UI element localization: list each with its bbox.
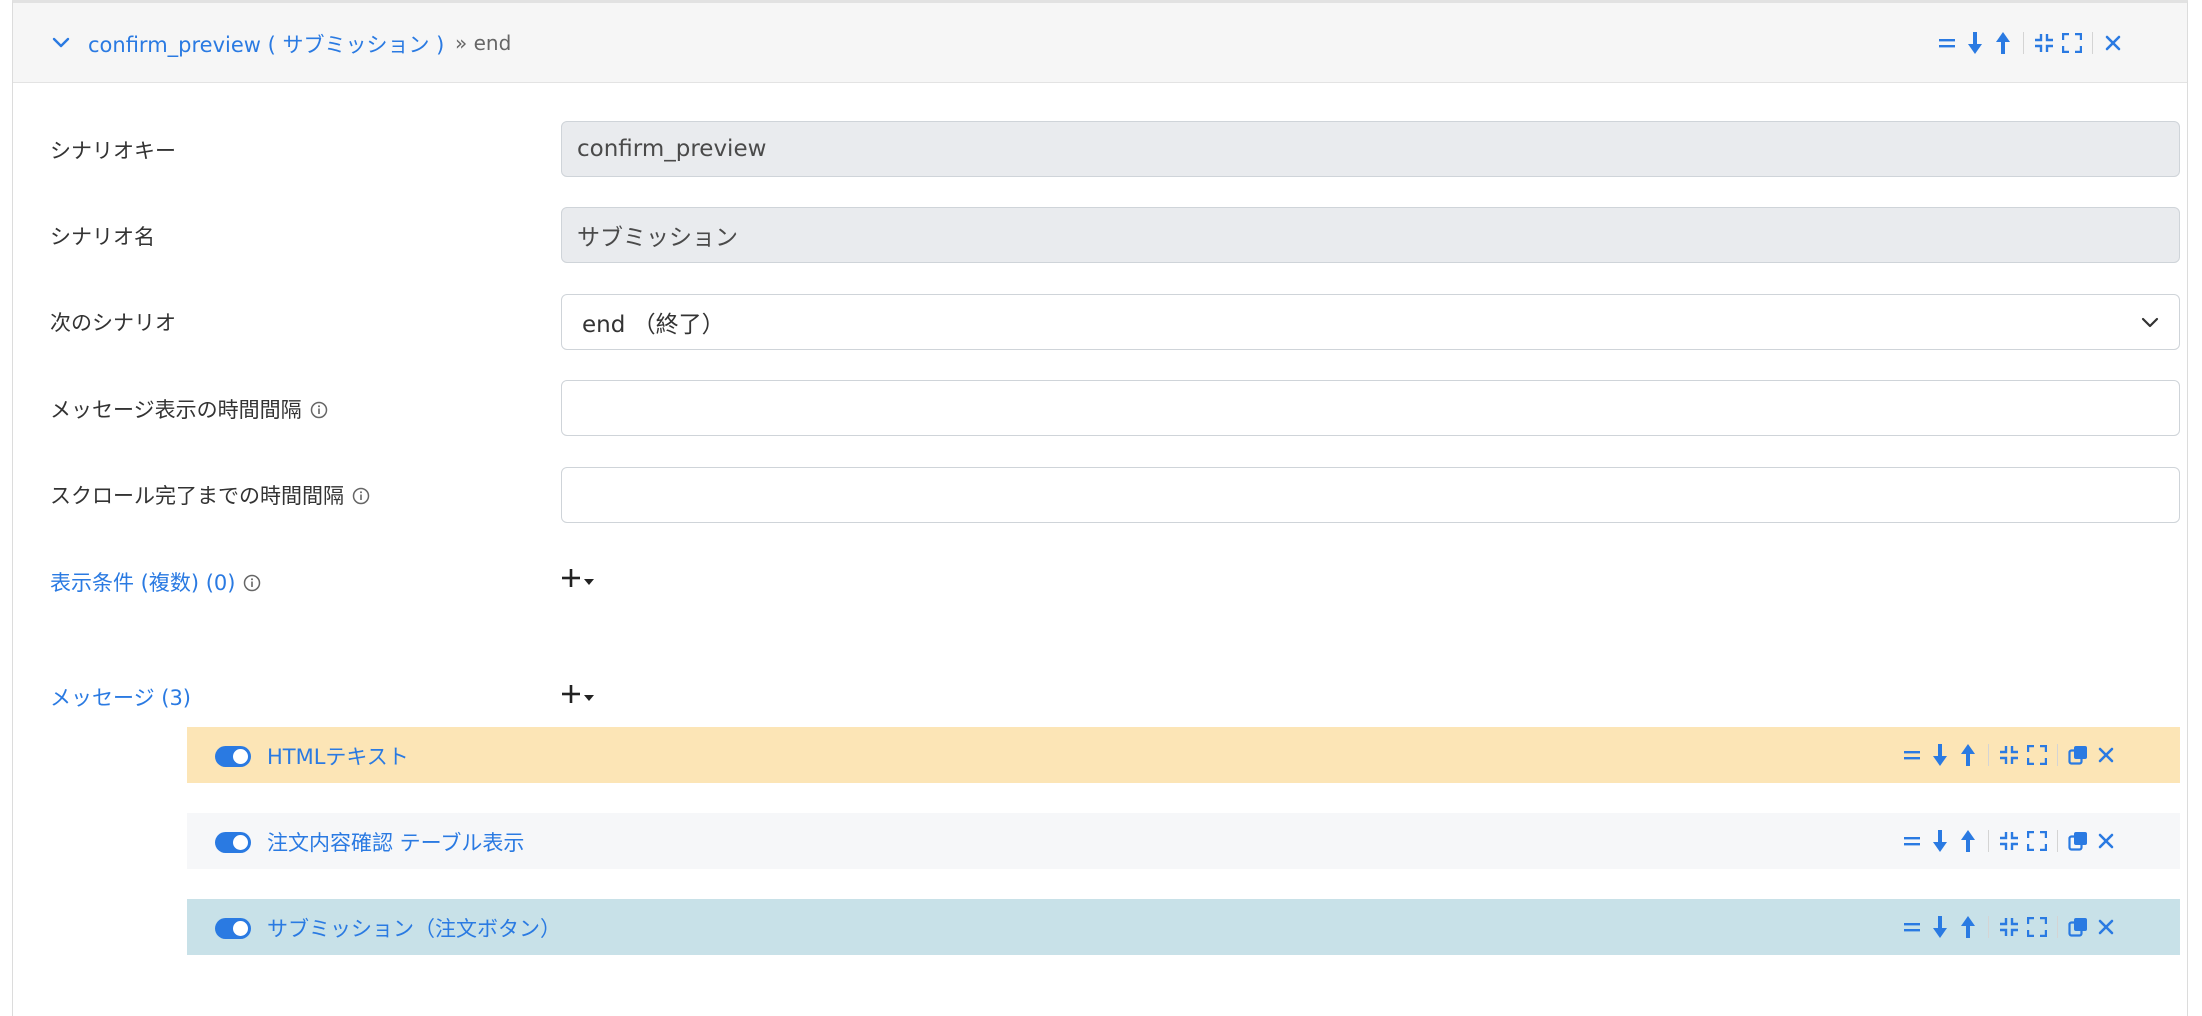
plus-icon [561, 684, 581, 708]
next-scenario-label: 次のシナリオ [50, 311, 176, 335]
message-toolbar [1898, 913, 2120, 941]
collapse-icon[interactable] [1995, 913, 2023, 941]
move-down-icon[interactable] [1926, 827, 1954, 855]
message-interval-label-text: メッセージ表示の時間間隔 [50, 398, 302, 422]
scroll-interval-label: スクロール完了までの時間間隔 [50, 480, 370, 510]
expand-icon[interactable] [2023, 913, 2051, 941]
move-up-icon[interactable] [1954, 741, 1982, 769]
move-down-icon[interactable] [1961, 29, 1989, 57]
move-down-icon[interactable] [1926, 741, 1954, 769]
toolbar-divider [2057, 916, 2058, 938]
caret-down-icon [584, 571, 594, 590]
message-row: HTMLテキスト [187, 727, 2180, 783]
scenario-name-field: サブミッション [561, 207, 2180, 263]
expand-icon[interactable] [2023, 827, 2051, 855]
move-up-icon[interactable] [1954, 913, 1982, 941]
message-enabled-toggle[interactable] [215, 918, 251, 939]
header-toolbar [1933, 29, 2127, 57]
drag-handle-icon[interactable] [1933, 29, 1961, 57]
drag-handle-icon[interactable] [1898, 827, 1926, 855]
collapse-icon[interactable] [1995, 827, 2023, 855]
chevron-down-icon[interactable] [51, 33, 71, 53]
conditions-label[interactable]: 表示条件 (複数) (0) [50, 567, 261, 597]
close-icon[interactable] [2099, 29, 2127, 57]
message-toolbar [1898, 827, 2120, 855]
toolbar-divider [2057, 744, 2058, 766]
collapse-icon[interactable] [1995, 741, 2023, 769]
scenario-key-label: シナリオキー [50, 139, 176, 163]
expand-icon[interactable] [2058, 29, 2086, 57]
scenario-name-label: シナリオ名 [50, 225, 155, 249]
close-icon[interactable] [2092, 913, 2120, 941]
copy-icon[interactable] [2064, 913, 2092, 941]
add-message-button[interactable] [561, 684, 594, 708]
toolbar-divider [1988, 916, 1989, 938]
message-interval-label: メッセージ表示の時間間隔 [50, 394, 328, 424]
message-enabled-toggle[interactable] [215, 832, 251, 853]
conditions-label-text: 表示条件 (複数) (0) [50, 571, 236, 595]
scroll-interval-input[interactable] [561, 467, 2180, 523]
scenario-title[interactable]: confirm_preview ( サブミッション ) [88, 29, 444, 59]
message-label[interactable]: 注文内容確認 テーブル表示 [267, 827, 524, 857]
toolbar-divider [2057, 830, 2058, 852]
chevron-down-icon [2141, 309, 2159, 335]
move-down-icon[interactable] [1926, 913, 1954, 941]
message-interval-input[interactable] [561, 380, 2180, 436]
move-up-icon[interactable] [1954, 827, 1982, 855]
copy-icon[interactable] [2064, 827, 2092, 855]
toolbar-divider [2023, 32, 2024, 54]
expand-icon[interactable] [2023, 741, 2051, 769]
scenario-key-field: confirm_preview [561, 121, 2180, 177]
toolbar-divider [2092, 32, 2093, 54]
message-label[interactable]: HTMLテキスト [267, 741, 409, 771]
message-enabled-toggle[interactable] [215, 746, 251, 767]
info-icon[interactable] [243, 573, 261, 592]
drag-handle-icon[interactable] [1898, 741, 1926, 769]
move-up-icon[interactable] [1989, 29, 2017, 57]
collapse-icon[interactable] [2030, 29, 2058, 57]
info-icon[interactable] [310, 400, 328, 419]
close-icon[interactable] [2092, 827, 2120, 855]
scroll-interval-label-text: スクロール完了までの時間間隔 [50, 484, 344, 508]
toolbar-divider [1988, 744, 1989, 766]
info-icon[interactable] [352, 486, 370, 505]
next-scenario-value: end （終了） [582, 312, 725, 338]
plus-icon [561, 568, 581, 592]
scenario-panel: confirm_preview ( サブミッション ) » end シナリオキー… [12, 0, 2188, 1016]
caret-down-icon [584, 687, 594, 706]
message-row: サブミッション（注文ボタン） [187, 899, 2180, 955]
drag-handle-icon[interactable] [1898, 913, 1926, 941]
next-scenario-indicator: » end [455, 31, 512, 55]
message-toolbar [1898, 741, 2120, 769]
close-icon[interactable] [2092, 741, 2120, 769]
next-scenario-select[interactable]: end （終了） [561, 294, 2180, 350]
messages-label[interactable]: メッセージ (3) [50, 682, 191, 712]
toolbar-divider [1988, 830, 1989, 852]
message-row: 注文内容確認 テーブル表示 [187, 813, 2180, 869]
message-label[interactable]: サブミッション（注文ボタン） [267, 913, 561, 943]
add-condition-button[interactable] [561, 568, 594, 592]
copy-icon[interactable] [2064, 741, 2092, 769]
panel-header: confirm_preview ( サブミッション ) » end [13, 3, 2187, 83]
